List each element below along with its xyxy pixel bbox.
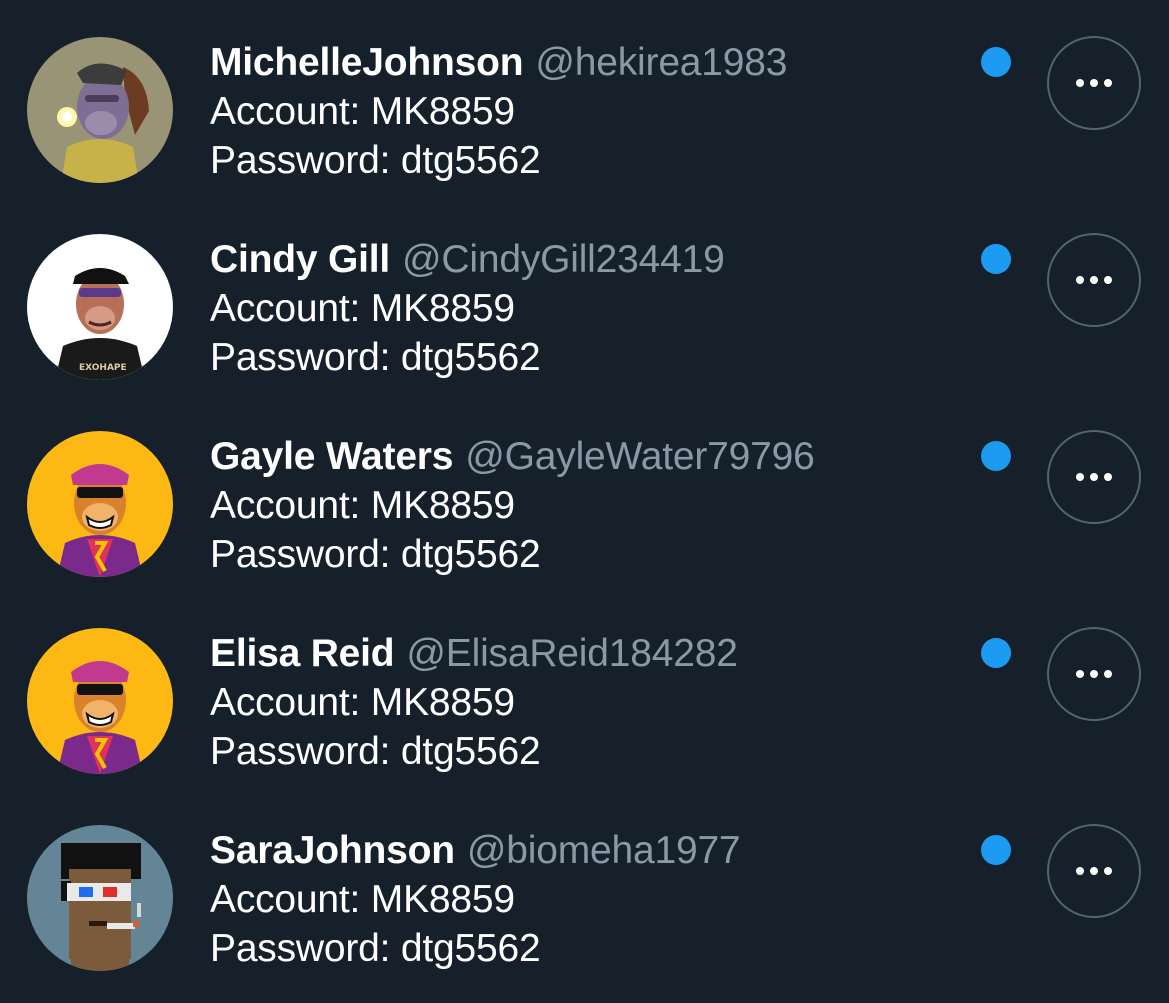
password-line: Password: dtg5562: [210, 927, 541, 970]
user-handle[interactable]: @biomeha1977: [467, 829, 741, 872]
list-item[interactable]: EXOHAPE Cindy Gill @CindyGill234419 Accou…: [0, 197, 1169, 394]
account-line: Account: MK8859: [210, 681, 515, 724]
pixel-punk-avatar-icon[interactable]: [27, 825, 173, 971]
more-options-button[interactable]: [1047, 824, 1141, 918]
password-line: Password: dtg5562: [210, 336, 541, 379]
ape-smoking-avatar-icon[interactable]: [27, 37, 173, 183]
ape-cap-avatar-icon[interactable]: EXOHAPE: [27, 234, 173, 380]
list-item[interactable]: SaraJohnson @biomeha1977 Account: MK8859 …: [0, 788, 1169, 985]
name-line: Elisa Reid @ElisaReid184282: [210, 629, 970, 678]
unread-indicator: [981, 638, 1011, 668]
display-name[interactable]: Cindy Gill: [210, 238, 390, 281]
account-text: Gayle Waters @GayleWater79796 Account: MK…: [210, 432, 970, 579]
more-horizontal-icon: [1074, 275, 1114, 285]
more-options-button[interactable]: [1047, 627, 1141, 721]
user-handle[interactable]: @GayleWater79796: [465, 435, 814, 478]
user-handle[interactable]: @ElisaReid184282: [406, 632, 737, 675]
unread-indicator: [981, 835, 1011, 865]
user-handle[interactable]: @hekirea1983: [535, 41, 787, 84]
more-horizontal-icon: [1074, 472, 1114, 482]
ape-sunglasses-avatar-icon[interactable]: [27, 431, 173, 577]
avatar-shirt-text: EXOHAPE: [79, 363, 127, 373]
unread-indicator: [981, 47, 1011, 77]
account-text: MichelleJohnson @hekirea1983 Account: MK8…: [210, 38, 970, 185]
more-options-button[interactable]: [1047, 36, 1141, 130]
display-name[interactable]: Gayle Waters: [210, 435, 453, 478]
name-line: Gayle Waters @GayleWater79796: [210, 432, 970, 481]
password-line: Password: dtg5562: [210, 730, 541, 773]
more-horizontal-icon: [1074, 78, 1114, 88]
list-item[interactable]: MichelleJohnson @hekirea1983 Account: MK8…: [0, 0, 1169, 197]
more-options-button[interactable]: [1047, 430, 1141, 524]
display-name[interactable]: SaraJohnson: [210, 829, 455, 872]
name-line: SaraJohnson @biomeha1977: [210, 826, 970, 875]
password-line: Password: dtg5562: [210, 533, 541, 576]
more-horizontal-icon: [1074, 866, 1114, 876]
user-handle[interactable]: @CindyGill234419: [402, 238, 725, 281]
display-name[interactable]: MichelleJohnson: [210, 41, 524, 84]
name-line: MichelleJohnson @hekirea1983: [210, 38, 970, 87]
account-text: SaraJohnson @biomeha1977 Account: MK8859 …: [210, 826, 970, 973]
unread-indicator: [981, 244, 1011, 274]
list-item[interactable]: Gayle Waters @GayleWater79796 Account: MK…: [0, 394, 1169, 591]
account-line: Account: MK8859: [210, 90, 515, 133]
account-line: Account: MK8859: [210, 484, 515, 527]
account-text: Elisa Reid @ElisaReid184282 Account: MK88…: [210, 629, 970, 776]
more-horizontal-icon: [1074, 669, 1114, 679]
display-name[interactable]: Elisa Reid: [210, 632, 395, 675]
unread-indicator: [981, 441, 1011, 471]
account-line: Account: MK8859: [210, 878, 515, 921]
name-line: Cindy Gill @CindyGill234419: [210, 235, 970, 284]
account-text: Cindy Gill @CindyGill234419 Account: MK88…: [210, 235, 970, 382]
account-line: Account: MK8859: [210, 287, 515, 330]
ape-sunglasses-avatar-icon[interactable]: [27, 628, 173, 774]
password-line: Password: dtg5562: [210, 139, 541, 182]
list-item[interactable]: Elisa Reid @ElisaReid184282 Account: MK88…: [0, 591, 1169, 788]
more-options-button[interactable]: [1047, 233, 1141, 327]
